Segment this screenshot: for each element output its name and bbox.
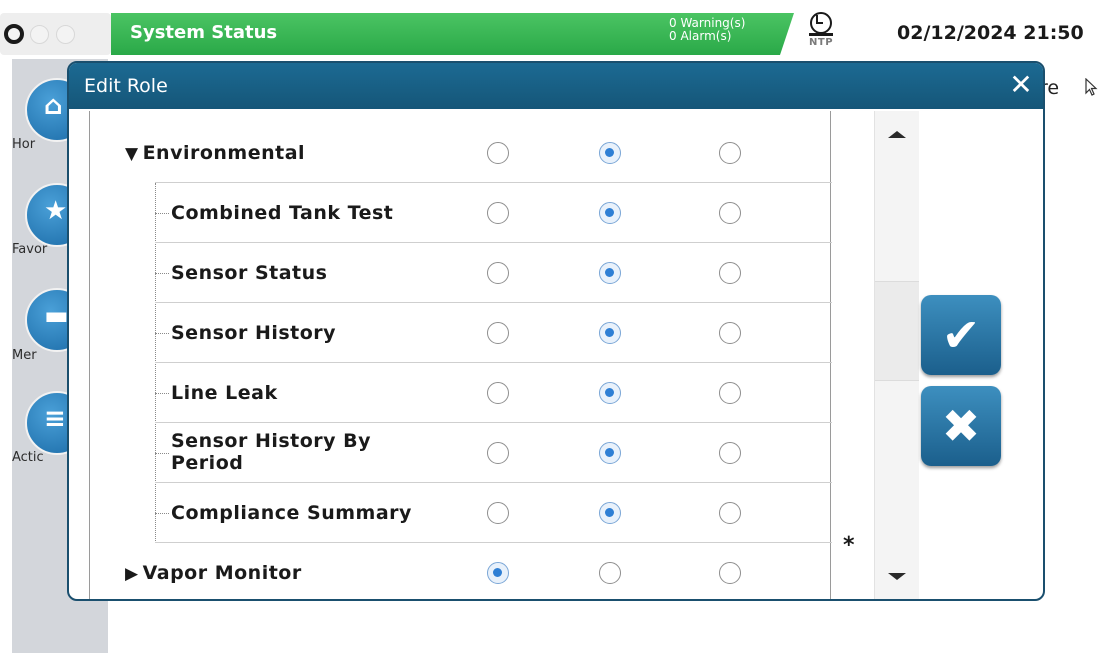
nav-label-favorites: Favor xyxy=(12,242,48,257)
ntp-clock-icon[interactable]: NTP xyxy=(806,12,840,56)
status-light xyxy=(56,25,75,44)
permission-label-text: Vapor Monitor xyxy=(142,562,302,584)
scrollbar[interactable] xyxy=(874,111,919,599)
cancel-button[interactable]: ✖ xyxy=(921,386,1001,466)
permission-label: Compliance Summary xyxy=(171,502,412,524)
permission-row: Sensor History By Period xyxy=(89,423,832,483)
warning-alarm-counts[interactable]: 0 Warning(s) 0 Alarm(s) xyxy=(669,17,745,43)
permission-group-toggle[interactable]: ▼ Environmental xyxy=(125,142,305,165)
status-lights xyxy=(0,13,111,55)
star-icon: ★ xyxy=(44,196,68,226)
caret-down-icon xyxy=(888,573,906,580)
system-status-bar[interactable]: System Status 0 Warning(s) 0 Alarm(s) xyxy=(111,13,794,55)
pointer-icon xyxy=(1085,78,1098,96)
permission-radio-3[interactable] xyxy=(719,382,741,404)
permission-radio-1[interactable] xyxy=(487,562,509,584)
permission-label: Sensor History xyxy=(171,322,336,344)
permission-row: Sensor Status xyxy=(89,243,832,303)
scroll-down-button[interactable] xyxy=(875,555,919,599)
ntp-label: NTP xyxy=(809,37,834,48)
permission-label: Sensor History By Period xyxy=(171,430,421,474)
close-icon[interactable]: ✕ xyxy=(1005,69,1037,101)
permission-group-toggle[interactable]: ▶ Vapor Monitor xyxy=(125,562,302,585)
check-icon: ✔ xyxy=(941,308,981,362)
scroll-up-button[interactable] xyxy=(875,111,919,155)
nav-label-home: Hor xyxy=(12,137,36,152)
permission-radio-2[interactable] xyxy=(599,382,621,404)
permission-radio-3[interactable] xyxy=(719,262,741,284)
alarms-count: 0 Alarm(s) xyxy=(669,29,732,43)
menu-icon: ▬ xyxy=(44,301,69,331)
permission-radio-1[interactable] xyxy=(487,142,509,164)
permission-label-text: Sensor History By Period xyxy=(171,430,372,474)
permission-row: ▼ Environmental xyxy=(89,123,832,183)
modified-marker: * xyxy=(843,533,855,558)
permission-radio-3[interactable] xyxy=(719,562,741,584)
permission-radio-2[interactable] xyxy=(599,142,621,164)
permission-label-text: Compliance Summary xyxy=(171,502,412,524)
permission-radio-3[interactable] xyxy=(719,502,741,524)
edit-role-dialog: Edit Role ✕ ▼ Environmental Combined Tank … xyxy=(67,61,1045,601)
nav-label-menu: Mer xyxy=(12,348,37,363)
permission-label-text: Sensor History xyxy=(171,322,337,344)
scroll-thumb[interactable] xyxy=(875,281,919,381)
dialog-title-bar: Edit Role ✕ xyxy=(69,63,1043,109)
permission-radio-2[interactable] xyxy=(599,262,621,284)
permission-label-text: Environmental xyxy=(142,142,306,164)
dialog-title: Edit Role xyxy=(84,75,168,97)
permission-radio-1[interactable] xyxy=(487,322,509,344)
permission-radio-1[interactable] xyxy=(487,502,509,524)
permission-row: Line Leak xyxy=(89,363,832,423)
permission-row: Sensor History xyxy=(89,303,832,363)
tree-branch xyxy=(155,273,169,274)
top-bar: System Status 0 Warning(s) 0 Alarm(s) NT… xyxy=(0,0,1105,67)
permission-radio-2[interactable] xyxy=(599,322,621,344)
nav-label-actions: Actic xyxy=(12,450,44,465)
x-icon: ✖ xyxy=(941,399,981,453)
permission-label: Line Leak xyxy=(171,382,278,404)
caret-up-icon xyxy=(888,131,906,138)
role-permissions-list: ▼ Environmental Combined Tank Test Sensor S… xyxy=(89,111,832,599)
permission-label-text: Line Leak xyxy=(171,382,278,404)
permission-radio-2[interactable] xyxy=(599,442,621,464)
permission-radio-2[interactable] xyxy=(599,562,621,584)
permission-radio-2[interactable] xyxy=(599,202,621,224)
confirm-button[interactable]: ✔ xyxy=(921,295,1001,375)
status-light-active xyxy=(4,24,24,44)
date-time: 02/12/2024 21:50 xyxy=(897,22,1084,44)
system-status-title: System Status xyxy=(130,22,278,43)
home-icon: ⌂ xyxy=(44,91,63,121)
permission-radio-3[interactable] xyxy=(719,442,741,464)
permission-radio-1[interactable] xyxy=(487,442,509,464)
collapsed-triangle-icon: ▶ xyxy=(125,564,139,584)
permission-radio-2[interactable] xyxy=(599,502,621,524)
permission-row: ▶ Vapor Monitor xyxy=(89,543,832,599)
permission-radio-3[interactable] xyxy=(719,322,741,344)
actions-icon: ≡ xyxy=(44,404,66,434)
permission-row: Combined Tank Test xyxy=(89,183,832,243)
permission-row: Compliance Summary xyxy=(89,483,832,543)
tree-branch xyxy=(155,333,169,334)
tree-branch xyxy=(155,453,169,454)
tree-branch xyxy=(155,513,169,514)
permission-radio-3[interactable] xyxy=(719,202,741,224)
permission-label: Combined Tank Test xyxy=(171,202,393,224)
permission-label-text: Combined Tank Test xyxy=(171,202,394,224)
permission-radio-1[interactable] xyxy=(487,202,509,224)
status-light xyxy=(30,25,49,44)
permission-label-text: Sensor Status xyxy=(171,262,328,284)
permission-radio-3[interactable] xyxy=(719,142,741,164)
tree-branch xyxy=(155,393,169,394)
permission-radio-1[interactable] xyxy=(487,382,509,404)
permission-radio-1[interactable] xyxy=(487,262,509,284)
tree-branch xyxy=(155,213,169,214)
expanded-triangle-icon: ▼ xyxy=(125,144,139,164)
permission-label: Sensor Status xyxy=(171,262,327,284)
